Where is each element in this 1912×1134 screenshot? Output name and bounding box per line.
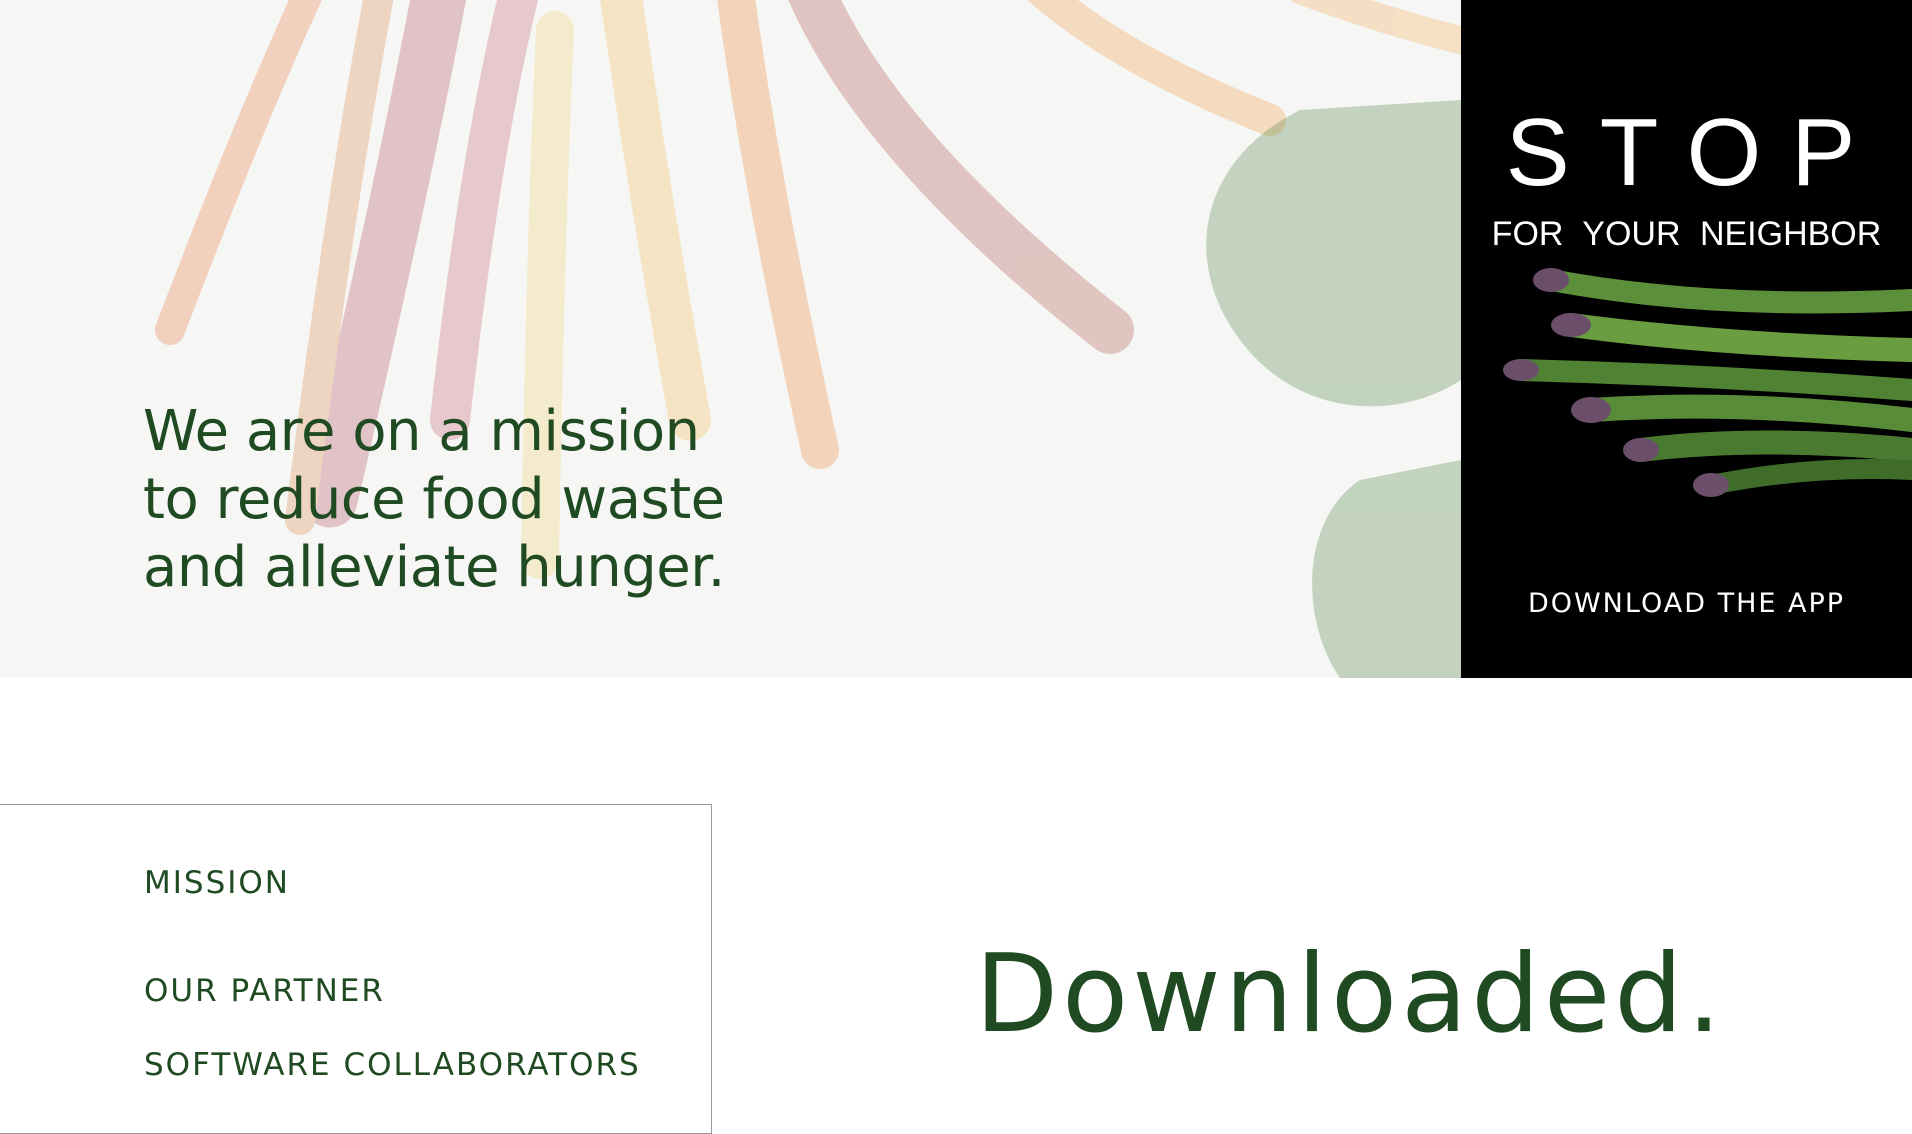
- hero-headline-line-1: We are on a mission: [143, 399, 700, 464]
- download-app-button[interactable]: DOWNLOAD THE APP: [1461, 588, 1912, 619]
- section-nav: MISSION OUR PARTNER SOFTWARE COLLABORATO…: [0, 804, 712, 1134]
- hero-section: We are on a mission to reduce food waste…: [0, 0, 1461, 678]
- asparagus-image: [1503, 268, 1912, 497]
- hero-headline: We are on a mission to reduce food waste…: [143, 398, 725, 602]
- nav-item-software-collaborators[interactable]: SOFTWARE COLLABORATORS: [144, 1047, 641, 1083]
- app-ad-banner[interactable]: STOP FOR YOUR NEIGHBOR DOWNLOAD THE APP: [1461, 0, 1912, 678]
- hero-headline-line-2: to reduce food waste: [143, 467, 725, 532]
- ad-title: STOP: [1505, 99, 1886, 206]
- nav-item-mission[interactable]: MISSION: [144, 865, 290, 901]
- hero-headline-line-3: and alleviate hunger.: [143, 535, 725, 600]
- downloaded-heading: Downloaded.: [975, 932, 1726, 1057]
- ad-subtitle: FOR YOUR NEIGHBOR: [1491, 215, 1882, 253]
- nav-item-our-partner[interactable]: OUR PARTNER: [144, 973, 385, 1009]
